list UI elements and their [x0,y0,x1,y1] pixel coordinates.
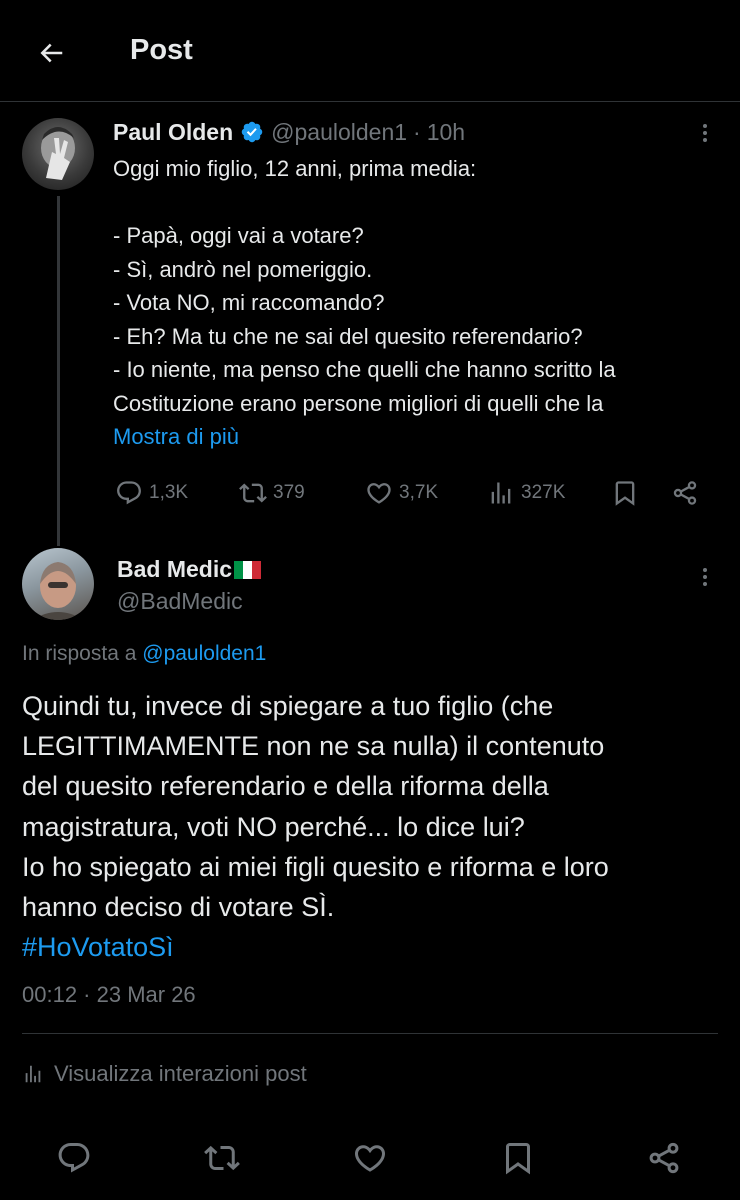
avatar-image [32,562,84,620]
verified-badge-icon [240,120,264,144]
author-name[interactable]: Paul Olden [113,119,233,146]
post-text: Oggi mio figlio, 12 anni, prima media: -… [113,152,723,420]
share-icon [673,481,697,505]
more-dot-icon [703,138,707,142]
like-button[interactable] [350,1138,390,1178]
reply-button[interactable] [54,1138,94,1178]
author-name[interactable]: Bad Medic [117,556,232,583]
arrow-left-icon [40,43,63,63]
post-text-line [113,186,723,220]
post-text-line: Oggi mio figlio, 12 anni, prima media: [113,156,477,181]
bookmark-button[interactable] [611,475,639,511]
post-text-line: LEGITTIMAMENTE non ne sa nulla) il conte… [22,731,605,762]
more-dot-icon [703,124,707,128]
hashtag-link[interactable]: #HoVotatoSì [22,927,722,967]
post-text-line: del quesito referendario e della riforma… [22,771,549,802]
post-text-line: Costituzione erano persone migliori di q… [113,390,604,416]
more-options-button[interactable] [690,118,720,148]
reply-icon [117,481,141,505]
post-text: Quindi tu, invece di spiegare a tuo figl… [22,686,722,967]
reply-mention-link[interactable]: @paulolden1 [142,642,266,665]
separator: · [413,118,421,145]
like-icon [367,483,391,504]
view-interactions-link[interactable]: Visualizza interazioni post [22,1061,307,1087]
like-button[interactable]: 3,7K [365,475,438,511]
post-text-line: Io ho spiegato ai miei figli quesito e r… [22,851,609,882]
share-button[interactable] [671,475,699,511]
post-timestamp[interactable]: 00:12 · 23 Mar 26 [22,982,196,1008]
divider [22,1033,718,1034]
author-handle[interactable]: @BadMedic [117,588,243,615]
view-interactions-label: Visualizza interazioni post [54,1061,307,1086]
avatar[interactable] [22,548,94,620]
reply-context: In risposta a @paulolden1 [22,642,266,666]
post-text-line: magistratura, voti NO perché... lo dice … [22,811,525,842]
share-button[interactable] [644,1138,684,1178]
post-text-line: - Eh? Ma tu che ne sai del quesito refer… [113,323,583,349]
post-text-line: - Sì, andrò nel pomeriggio. [113,256,373,282]
post-text-line: Quindi tu, invece di spiegare a tuo figl… [22,691,554,721]
post-time[interactable]: 10h [427,119,465,146]
bottom-action-bar [0,1135,740,1181]
post-actions: 1,3K 379 3,7K 327K [113,475,713,511]
bookmark-icon [615,481,635,506]
post-header: Paul Olden @paulolden1 · 10h [113,116,465,148]
views-icon [491,482,511,504]
views-button[interactable]: 327K [487,475,565,511]
top-bar: Post [0,0,740,102]
reply-prefix: In risposta a [22,642,137,665]
more-dot-icon [703,131,707,135]
reply-author-row: Bad Medic [117,556,262,583]
repost-icon [239,483,267,503]
avatar-image [41,127,75,180]
italy-flag-icon [234,560,262,579]
reply-icon [58,1143,90,1173]
repost-count: 379 [273,482,305,503]
bookmark-icon [506,1143,530,1175]
like-icon [354,1145,386,1172]
repost-icon [204,1145,240,1171]
post-text-line: - Vota NO, mi raccomando? [113,290,385,315]
more-dot-icon [703,582,707,586]
post-text-line: hanno deciso di votare SÌ. [22,891,335,922]
views-count: 327K [521,482,566,503]
reply-button[interactable]: 1,3K [115,475,188,511]
bookmark-button[interactable] [498,1138,538,1178]
show-more-link[interactable]: Mostra di più [113,424,239,450]
more-options-button[interactable] [690,562,720,592]
thread-line [57,196,60,546]
reply-count: 1,3K [149,482,189,503]
repost-button[interactable] [202,1138,242,1178]
post-text-line: - Papà, oggi vai a votare? [113,223,364,248]
page-title: Post [130,34,193,66]
back-button[interactable] [30,32,72,74]
post-text-line: - Io niente, ma penso che quelli che han… [113,357,616,382]
repost-button[interactable]: 379 [239,475,305,511]
avatar[interactable] [22,118,94,190]
more-dot-icon [703,575,707,579]
share-icon [649,1142,679,1174]
author-handle[interactable]: @paulolden1 [271,119,407,146]
like-count: 3,7K [399,482,439,503]
more-dot-icon [703,568,707,572]
views-icon [25,1065,41,1083]
